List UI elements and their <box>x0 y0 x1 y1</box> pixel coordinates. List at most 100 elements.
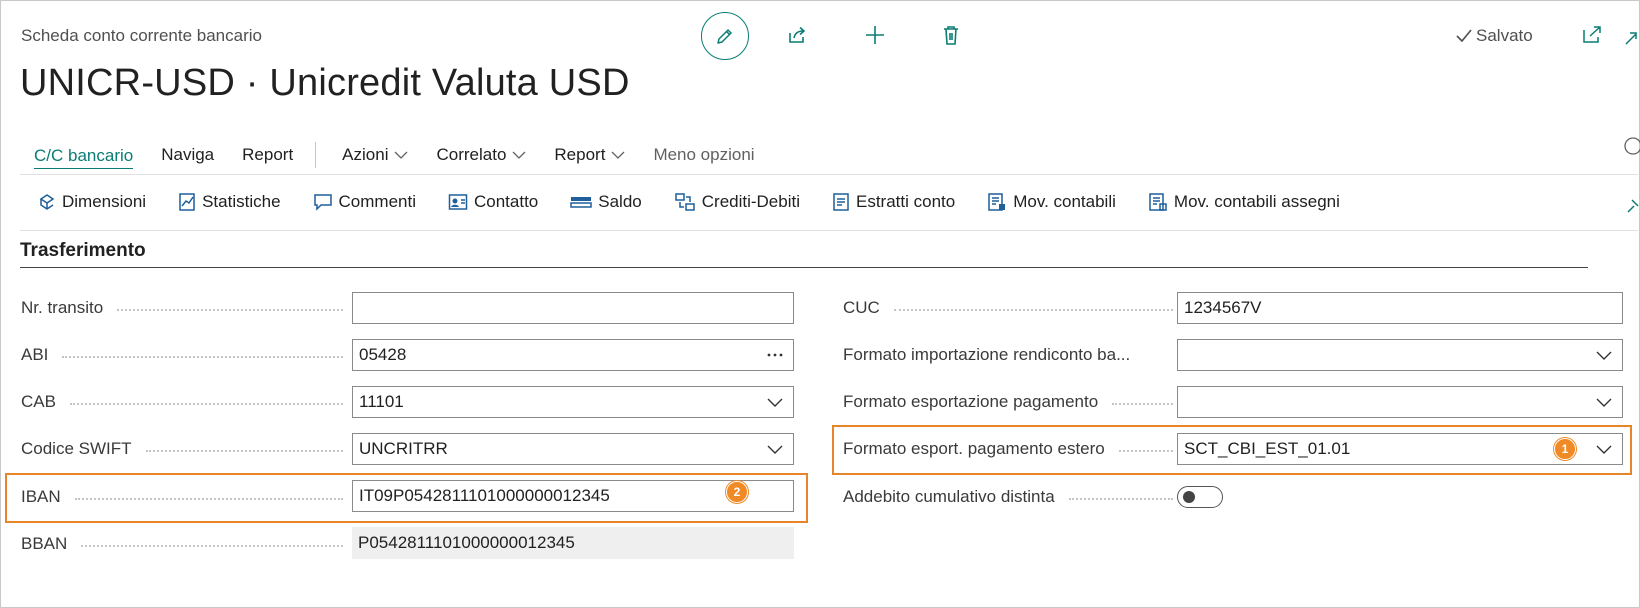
chevron-down-icon <box>512 151 526 159</box>
field-label-codice-swift: Codice SWIFT <box>21 439 343 459</box>
menu-item-correlato[interactable]: Correlato <box>436 145 526 165</box>
action-mov-contabili[interactable]: Mov. contabili <box>987 192 1116 212</box>
label-text: CUC <box>843 298 880 317</box>
chevron-down-icon <box>767 398 783 407</box>
menu-divider <box>315 142 317 168</box>
label-leader-dots <box>893 309 1173 311</box>
statistics-icon <box>179 193 195 211</box>
section-title: Trasferimento <box>20 240 146 261</box>
action-label: Mov. contabili assegni <box>1173 192 1340 211</box>
arrow-icon <box>1625 32 1637 45</box>
field-label-abi: ABI <box>21 345 343 365</box>
info-icon <box>1624 137 1640 155</box>
dropdown-toggle[interactable] <box>757 445 793 454</box>
cab-value: 11101 <box>359 392 404 411</box>
cab-select[interactable]: 11101 <box>352 386 794 418</box>
dropdown-toggle[interactable] <box>1586 351 1622 360</box>
comments-icon <box>313 194 332 211</box>
dimensions-icon <box>39 194 55 210</box>
dropdown-toggle[interactable] <box>1586 445 1622 454</box>
dropdown-toggle[interactable] <box>757 398 793 407</box>
label-text: IBAN <box>21 487 61 506</box>
chevron-down-icon <box>395 151 408 159</box>
callout-badge-1: 1 <box>1554 438 1576 460</box>
field-label-addebito-cumulativo: Addebito cumulativo distinta <box>843 487 1173 507</box>
menu-item-meno-opzioni[interactable]: Meno opzioni <box>653 145 754 165</box>
contact-icon <box>448 194 468 210</box>
label-leader-dots <box>1068 498 1173 500</box>
action-label: Commenti <box>338 192 416 211</box>
formato-esportazione-select[interactable] <box>1177 386 1623 418</box>
label-text: Formato esport. pagamento estero <box>843 439 1105 458</box>
action-commenti[interactable]: Commenti <box>313 192 416 212</box>
lookup-button[interactable] <box>757 353 793 357</box>
action-crediti-debiti[interactable]: Crediti-Debiti <box>674 192 800 212</box>
actions-divider-line <box>20 230 1638 231</box>
chevron-down-icon <box>1596 445 1612 454</box>
field-label-formato-estero: Formato esport. pagamento estero <box>843 439 1173 459</box>
field-label-cuc: CUC <box>843 298 1173 318</box>
toggle-knob <box>1183 491 1195 503</box>
info-button[interactable] <box>1622 136 1640 161</box>
formato-importazione-select[interactable] <box>1177 339 1623 371</box>
saved-status: Salvato <box>1455 26 1533 46</box>
action-label: Mov. contabili <box>1013 192 1116 211</box>
open-new-window-button[interactable] <box>1582 26 1602 49</box>
cuc-input[interactable]: 1234567V <box>1177 292 1623 324</box>
action-label: Estratti conto <box>856 192 956 211</box>
chevron-down-icon <box>1596 398 1612 407</box>
label-text: ABI <box>21 345 49 364</box>
label-text: Formato esportazione pagamento <box>843 392 1099 411</box>
bban-readonly: P0542811101000000012345 <box>352 527 794 559</box>
action-statistiche[interactable]: Statistiche <box>178 192 281 212</box>
new-button[interactable] <box>860 20 890 50</box>
share-button[interactable] <box>782 20 812 50</box>
delete-button[interactable] <box>936 20 966 50</box>
label-leader-dots <box>1118 450 1173 452</box>
menu-item-report-dropdown-label: Report <box>554 145 606 164</box>
action-label: Statistiche <box>202 192 281 211</box>
label-text: BBAN <box>21 534 68 553</box>
callout-badge-2: 2 <box>726 481 748 503</box>
menu-item-report[interactable]: Report <box>242 145 293 165</box>
balance-icon <box>570 197 593 208</box>
action-saldo[interactable]: Saldo <box>570 192 642 212</box>
menu-item-naviga[interactable]: Naviga <box>161 145 214 165</box>
nr-transito-input[interactable] <box>352 292 794 324</box>
action-estratti-conto[interactable]: Estratti conto <box>832 192 955 212</box>
abi-value: 05428 <box>359 345 407 364</box>
page-caption: Scheda conto corrente bancario <box>21 26 262 45</box>
bban-value: P0542811101000000012345 <box>358 533 575 552</box>
action-contatto[interactable]: Contatto <box>448 192 538 212</box>
codice-swift-value: UNCRITRR <box>359 439 448 458</box>
action-dimensioni[interactable]: Dimensioni <box>38 192 146 212</box>
chevron-down-icon <box>767 445 783 454</box>
field-label-bban: BBAN <box>21 534 343 554</box>
trash-icon <box>944 26 958 45</box>
section-underline <box>20 267 1588 268</box>
codice-swift-select[interactable]: UNCRITRR <box>352 433 794 465</box>
action-label: Crediti-Debiti <box>701 192 800 211</box>
action-label: Contatto <box>474 192 539 211</box>
plus-icon <box>866 26 884 44</box>
abi-input[interactable]: 05428 <box>352 339 794 371</box>
credit-debit-icon <box>675 193 695 211</box>
check-icon <box>1456 29 1472 43</box>
pin-button[interactable] <box>1626 196 1640 219</box>
menu-item-azioni[interactable]: Azioni <box>342 145 408 165</box>
action-mov-contabili-assegni[interactable]: Mov. contabili assegni <box>1148 192 1340 212</box>
menu-item-report-dropdown[interactable]: Report <box>554 145 625 165</box>
collapse-button[interactable] <box>1624 30 1638 51</box>
share-icon <box>789 26 806 43</box>
action-label: Saldo <box>598 192 642 211</box>
action-menu-bar: C/C bancario Naviga Report Azioni Correl… <box>34 140 783 170</box>
dropdown-toggle[interactable] <box>1586 398 1622 407</box>
menu-item-cc-bancario[interactable]: C/C bancario <box>34 146 134 169</box>
field-label-cab: CAB <box>21 392 343 412</box>
promoted-actions-bar: Dimensioni Statistiche Commenti Contatto… <box>38 192 1372 212</box>
menu-item-azioni-label: Azioni <box>342 145 389 164</box>
saved-label: Salvato <box>1476 26 1533 45</box>
chevron-down-icon <box>1596 351 1612 360</box>
edit-button[interactable] <box>701 12 749 60</box>
addebito-cumulativo-toggle[interactable] <box>1177 486 1223 508</box>
